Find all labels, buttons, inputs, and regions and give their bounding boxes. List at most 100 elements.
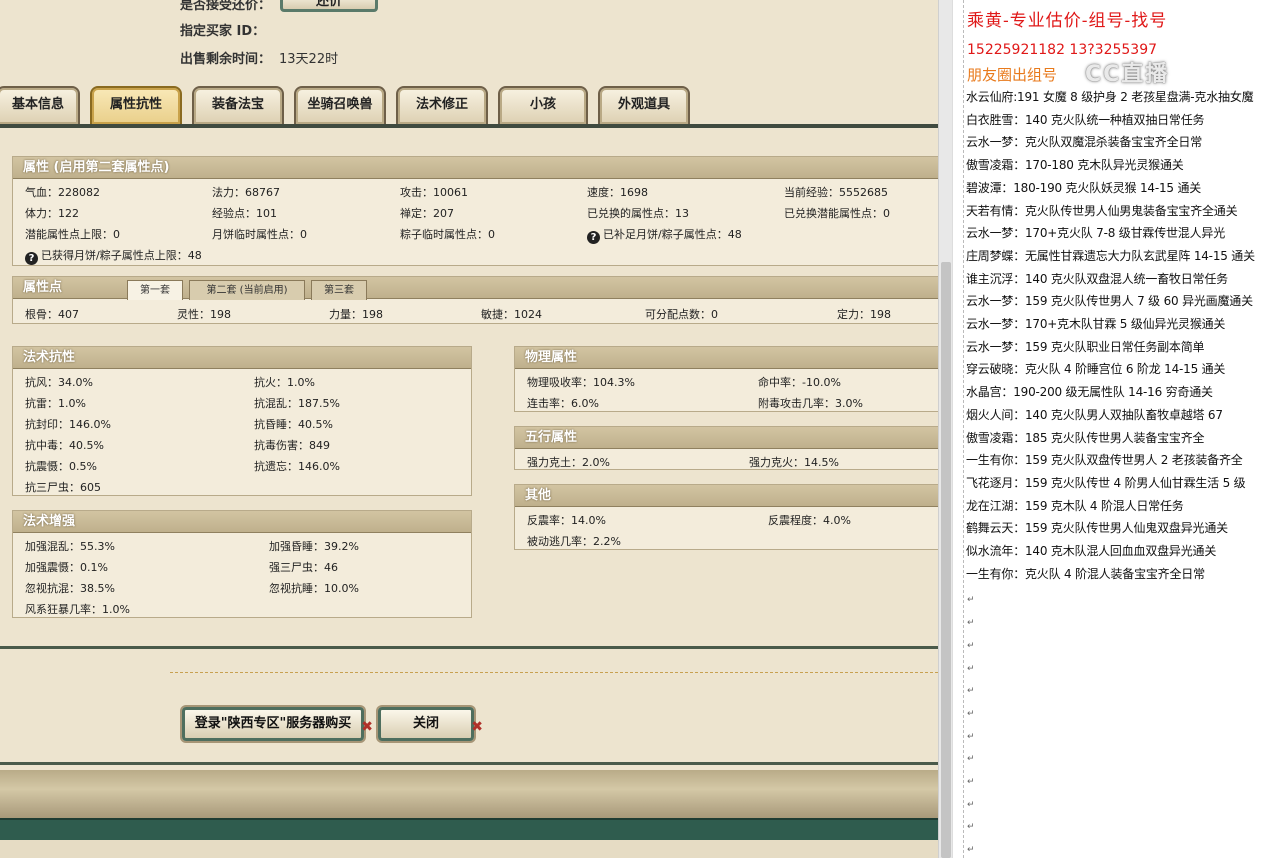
resist-corpse-worm: 抗三尸虫：605 — [25, 481, 101, 494]
tab-attributes-resist[interactable]: 属性抗性 — [90, 86, 182, 124]
doc-line: 谁主沉浮：140 克火队双盘混人统一畜牧日常任务 — [966, 271, 1228, 286]
doc-line: 似水流年：140 克木队混人回血血双盘异光通关 — [966, 544, 1217, 558]
buy-button[interactable]: 登录"陕西专区"服务器购买 ✖ — [182, 707, 373, 741]
wind-frenzy-rate: 风系狂暴几率：1.0% — [25, 603, 130, 616]
designated-buyer-row: 指定买家 ID： — [180, 20, 265, 39]
tab-underline — [0, 124, 938, 128]
tab-children[interactable]: 小孩 — [498, 86, 588, 124]
boost-corpse-worm: 强三尸虫：46 — [269, 561, 338, 574]
counter-offer-label: 是否接受还价： — [180, 0, 272, 13]
designated-buyer-label: 指定买家 ID： — [180, 24, 266, 39]
points-spirit: 灵性：198 — [177, 308, 231, 321]
phys-hit-rate: 命中率：-10.0% — [758, 376, 841, 389]
passive-escape: 被动逃几率：2.2% — [527, 535, 621, 548]
attr-filled-points-row: ? 已补足月饼/粽子属性点：48 — [587, 226, 742, 244]
counter-rate: 反震率：14.0% — [527, 514, 606, 527]
paragraph-mark-icon: ↵ — [967, 822, 975, 833]
boost-chaos: 加强混乱：55.3% — [25, 540, 115, 553]
points-tab-second[interactable]: 第二套 (当前启用) — [189, 280, 305, 300]
help-icon[interactable]: ? — [587, 231, 600, 244]
counter-offer-button[interactable]: 还价 — [280, 0, 378, 12]
other-title: 其他 — [515, 485, 938, 507]
resist-forget: 抗遗忘：146.0% — [254, 460, 340, 473]
resist-deter: 抗震慑：0.5% — [25, 460, 97, 473]
elements-title: 五行属性 — [515, 427, 938, 449]
doc-line: 云水一梦：克火队双魔混杀装备宝宝齐全日常 — [966, 135, 1203, 150]
game-trade-window: 是否接受还价： 还价 指定买家 ID： 出售剩余时间： 13天22时 基本信息 属… — [0, 0, 938, 858]
close-mark-icon: ✖ — [361, 719, 373, 735]
doc-line: 飞花逐月：159 克火队传世 4 阶男人仙甘霖生活 5 级 — [966, 475, 1246, 490]
attr-exchanged-potential: 已兑换潜能属性点：0 — [784, 207, 890, 220]
phys-absorb: 物理吸收率：104.3% — [527, 376, 635, 389]
counter-offer-row: 是否接受还价： — [180, 0, 271, 13]
doc-line: 云水一梦：159 克火队传世男人 7 级 60 异光画魔通关 — [966, 294, 1253, 309]
doc-line: 碧波潭：180-190 克火队妖灵猴 14-15 通关 — [966, 180, 1202, 195]
paragraph-mark-icon: ↵ — [967, 640, 975, 651]
phys-combo: 连击率：6.0% — [527, 397, 599, 410]
doc-line: 云水一梦：159 克火队职业日常任务副本简单 — [966, 339, 1205, 354]
attr-current-exp: 当前经验：5552685 — [784, 186, 888, 199]
close-button[interactable]: 关闭 ✖ — [378, 707, 483, 741]
doc-line: 水晶宫：190-200 级无属性队 14-16 穷奇通关 — [966, 385, 1213, 400]
remaining-time-row: 出售剩余时间： 13天22时 — [180, 48, 338, 67]
attr-meditation: 禅定：207 — [400, 207, 454, 220]
close-mark-icon: ✖ — [471, 719, 483, 735]
counter-degree: 反震程度：4.0% — [768, 514, 851, 527]
tab-spell-modifiers[interactable]: 法术修正 — [396, 86, 488, 124]
elements-panel: 五行属性 强力克土：2.0% 强力克火：14.5% — [514, 426, 938, 470]
doc-line: 云水一梦：170+克火队 7-8 级甘霖传世混人异光 — [966, 226, 1225, 241]
doc-line: 一生有你：159 克火队双盘传世男人 2 老孩装备齐全 — [966, 453, 1243, 468]
remaining-time-value: 13天22时 — [279, 52, 339, 67]
points-strength: 力量：198 — [329, 308, 383, 321]
ignore-sleep-resist: 忽视抗睡：10.0% — [269, 582, 359, 595]
doc-line: 龙在江湖：159 克木队 4 阶混人日常任务 — [966, 498, 1184, 513]
points-constitution: 根骨：407 — [25, 308, 79, 321]
footer-strip — [0, 840, 938, 858]
tab-bar: 基本信息 属性抗性 装备法宝 坐骑召唤兽 法术修正 小孩 外观道具 — [0, 86, 938, 124]
doc-line: 傲雪凌霜：170-180 克木队异光灵猴通关 — [966, 158, 1184, 173]
divider — [0, 646, 938, 649]
paragraph-mark-icon: ↵ — [967, 663, 975, 674]
doc-subtitle: 朋友圈出组号 — [967, 66, 1058, 84]
doc-line: 一生有你：克火队 4 阶混人装备宝宝齐全日常 — [966, 566, 1205, 581]
attr-hp: 气血：228082 — [25, 186, 100, 199]
points-tab-first[interactable]: 第一套 — [127, 280, 183, 300]
attr-mooncake-temp: 月饼临时属性点：0 — [212, 228, 307, 241]
divider — [0, 762, 938, 765]
attr-filled-points: 已补足月饼/粽子属性点：48 — [603, 228, 742, 241]
tab-basic-info[interactable]: 基本信息 — [0, 86, 80, 124]
doc-line: 云水一梦：170+克木队甘霖 5 级仙异光灵猴通关 — [966, 317, 1226, 331]
resist-poison: 抗中毒：40.5% — [25, 439, 104, 452]
tab-equipment[interactable]: 装备法宝 — [192, 86, 284, 124]
footer-scroll-decor — [0, 770, 938, 818]
ignore-chaos-resist: 忽视抗混：38.5% — [25, 582, 115, 595]
vertical-scrollbar[interactable] — [938, 0, 952, 858]
magic-resist-title: 法术抗性 — [13, 347, 471, 369]
paragraph-mark-icon: ↵ — [967, 799, 975, 810]
points-endurance: 定力：198 — [837, 308, 891, 321]
attr-stamina: 体力：122 — [25, 207, 79, 220]
points-title: 属性点 — [23, 280, 63, 295]
attr-exp-points: 经验点：101 — [212, 207, 277, 220]
scrollbar-thumb[interactable] — [941, 262, 951, 858]
doc-title: 乘黄-专业估价-组号-找号 — [967, 11, 1168, 31]
elem-vs-fire: 强力克火：14.5% — [749, 456, 839, 469]
resist-wind: 抗风：34.0% — [25, 376, 93, 389]
attr-potential-cap: 潜能属性点上限：0 — [25, 228, 120, 241]
tab-mounts-pets[interactable]: 坐骑召唤兽 — [294, 86, 386, 124]
other-panel: 其他 反震率：14.0% 反震程度：4.0% 被动逃几率：2.2% — [514, 484, 938, 550]
doc-line: 穿云破晓：克火队 4 阶睡宫位 6 阶龙 14-15 通关 — [966, 362, 1226, 377]
tab-appearance-items[interactable]: 外观道具 — [598, 86, 690, 124]
paragraph-mark-icon: ↵ — [967, 618, 975, 629]
physical-panel: 物理属性 物理吸收率：104.3% 命中率：-10.0% 连击率：6.0% 附毒… — [514, 346, 938, 412]
doc-line: 庄周梦蝶：无属性甘霖遗忘大力队玄武星阵 14-15 通关 — [966, 248, 1255, 263]
points-tab-third[interactable]: 第三套 — [311, 280, 367, 300]
help-icon[interactable]: ? — [25, 252, 38, 265]
resist-poison-damage: 抗毒伤害：849 — [254, 439, 330, 452]
attr-speed: 速度：1698 — [587, 186, 648, 199]
resist-thunder: 抗雷：1.0% — [25, 397, 86, 410]
paragraph-mark-icon: ↵ — [967, 731, 975, 742]
doc-line: 天若有情：克火队传世男人仙男鬼装备宝宝齐全通关 — [966, 203, 1238, 218]
magic-boost-title: 法术增强 — [13, 511, 471, 533]
attr-attack: 攻击：10061 — [400, 186, 468, 199]
